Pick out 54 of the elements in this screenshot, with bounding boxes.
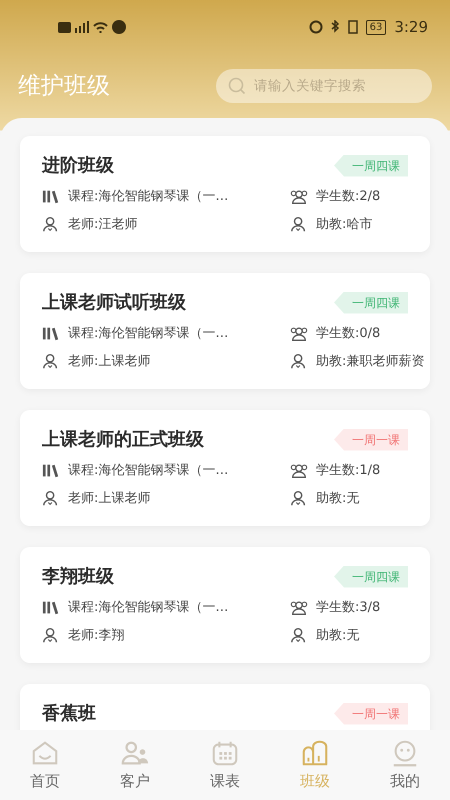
person-icon bbox=[42, 352, 60, 370]
frequency-tag: 一周一课 bbox=[334, 702, 408, 724]
person-icon bbox=[290, 352, 308, 370]
search-icon bbox=[228, 77, 246, 95]
battery-level: 63 bbox=[366, 20, 386, 34]
books-icon bbox=[42, 188, 60, 206]
wifi-icon bbox=[93, 22, 108, 32]
assistant-text: 助教:无 bbox=[316, 490, 360, 508]
bluetooth-icon bbox=[330, 20, 340, 34]
frequency-tag: 一周四课 bbox=[334, 154, 408, 176]
assistant-text: 助教:无 bbox=[316, 626, 360, 644]
frequency-tag: 一周四课 bbox=[334, 566, 408, 588]
assistant-text: 助教:兼职老师薪资 bbox=[316, 352, 424, 370]
class-name: 上课老师试听班级 bbox=[42, 291, 186, 315]
frequency-tag: 一周一课 bbox=[334, 428, 408, 450]
nav-tab[interactable]: 我的 bbox=[360, 730, 450, 800]
clock: 3:29 bbox=[394, 16, 428, 38]
teacher-text: 老师:上课老师 bbox=[68, 352, 150, 370]
teacher-text: 老师:李翔 bbox=[68, 626, 124, 644]
course-text: 课程:海伦智能钢琴课（一… bbox=[68, 599, 228, 617]
class-name: 香蕉班 bbox=[42, 702, 96, 726]
course-text: 课程:海伦智能钢琴课（一… bbox=[68, 462, 228, 480]
books-icon bbox=[42, 324, 60, 343]
group-icon bbox=[290, 598, 308, 617]
nav-tab[interactable]: 首页 bbox=[0, 730, 90, 800]
buildings-icon bbox=[300, 738, 330, 768]
teacher-text: 老师:汪老师 bbox=[68, 216, 138, 234]
student-count: 学生数:1/8 bbox=[316, 462, 380, 480]
assistant-text: 助教:哈市 bbox=[316, 216, 372, 234]
course-text: 课程:海伦智能钢琴课（一… bbox=[68, 188, 228, 206]
student-count: 学生数:3/8 bbox=[316, 599, 380, 617]
page-title: 维护班级 bbox=[18, 72, 110, 101]
person-icon bbox=[290, 215, 308, 234]
signal-icon bbox=[75, 21, 89, 33]
person-icon bbox=[42, 489, 60, 508]
student-count: 学生数:0/8 bbox=[316, 325, 380, 343]
group-icon bbox=[290, 188, 308, 206]
class-name: 上课老师的正式班级 bbox=[42, 428, 204, 452]
group-icon bbox=[290, 324, 308, 343]
person-icon bbox=[290, 489, 308, 508]
person-icon bbox=[290, 626, 308, 644]
person-icon bbox=[42, 626, 60, 644]
nav-tab[interactable]: 客户 bbox=[90, 730, 180, 800]
teacher-text: 老师:上课老师 bbox=[68, 490, 150, 508]
frequency-tag: 一周四课 bbox=[334, 292, 408, 314]
student-count: 学生数:2/8 bbox=[316, 188, 380, 206]
course-text: 课程:海伦智能钢琴课（一… bbox=[68, 325, 228, 343]
person-icon bbox=[42, 215, 60, 234]
books-icon bbox=[42, 598, 60, 617]
class-name: 进阶班级 bbox=[42, 154, 114, 178]
class-name: 李翔班级 bbox=[42, 565, 114, 589]
group-icon bbox=[290, 462, 308, 480]
nav-tab[interactable]: 课表 bbox=[180, 730, 270, 800]
books-icon bbox=[42, 462, 60, 480]
